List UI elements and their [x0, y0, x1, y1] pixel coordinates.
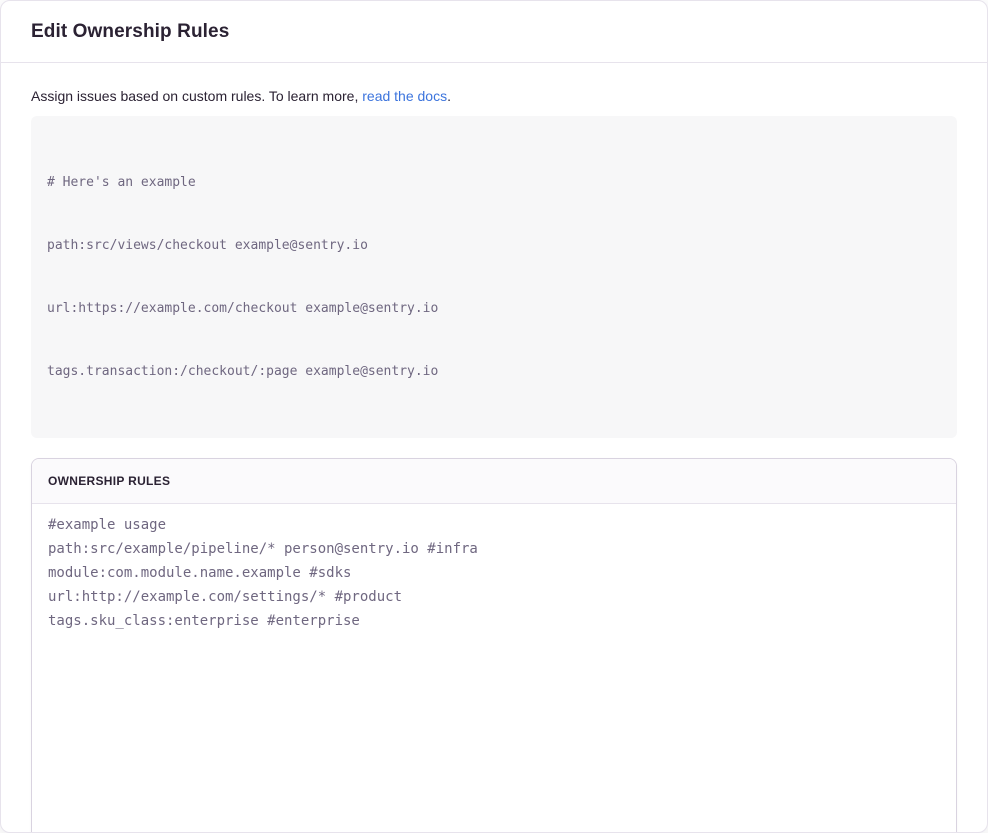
- description-text: Assign issues based on custom rules. To …: [31, 88, 362, 104]
- read-the-docs-link[interactable]: read the docs: [362, 88, 447, 104]
- example-code-line: tags.transaction:/checkout/:page example…: [47, 361, 941, 382]
- example-code-line: # Here's an example: [47, 172, 941, 193]
- example-code-line: url:https://example.com/checkout example…: [47, 298, 941, 319]
- description-period: .: [447, 88, 451, 104]
- edit-ownership-rules-modal: Edit Ownership Rules Assign issues based…: [0, 0, 988, 833]
- example-code-line: path:src/views/checkout example@sentry.i…: [47, 235, 941, 256]
- ownership-rules-panel-header: OWNERSHIP RULES: [32, 459, 956, 504]
- ownership-rules-panel: OWNERSHIP RULES #example usage path:src/…: [31, 458, 957, 833]
- modal-header: Edit Ownership Rules: [1, 1, 987, 63]
- ownership-rules-textarea[interactable]: #example usage path:src/example/pipeline…: [32, 504, 956, 833]
- example-code-block: # Here's an example path:src/views/check…: [31, 116, 957, 438]
- modal-body: Assign issues based on custom rules. To …: [1, 63, 987, 833]
- description: Assign issues based on custom rules. To …: [31, 86, 957, 106]
- modal-title: Edit Ownership Rules: [31, 21, 229, 43]
